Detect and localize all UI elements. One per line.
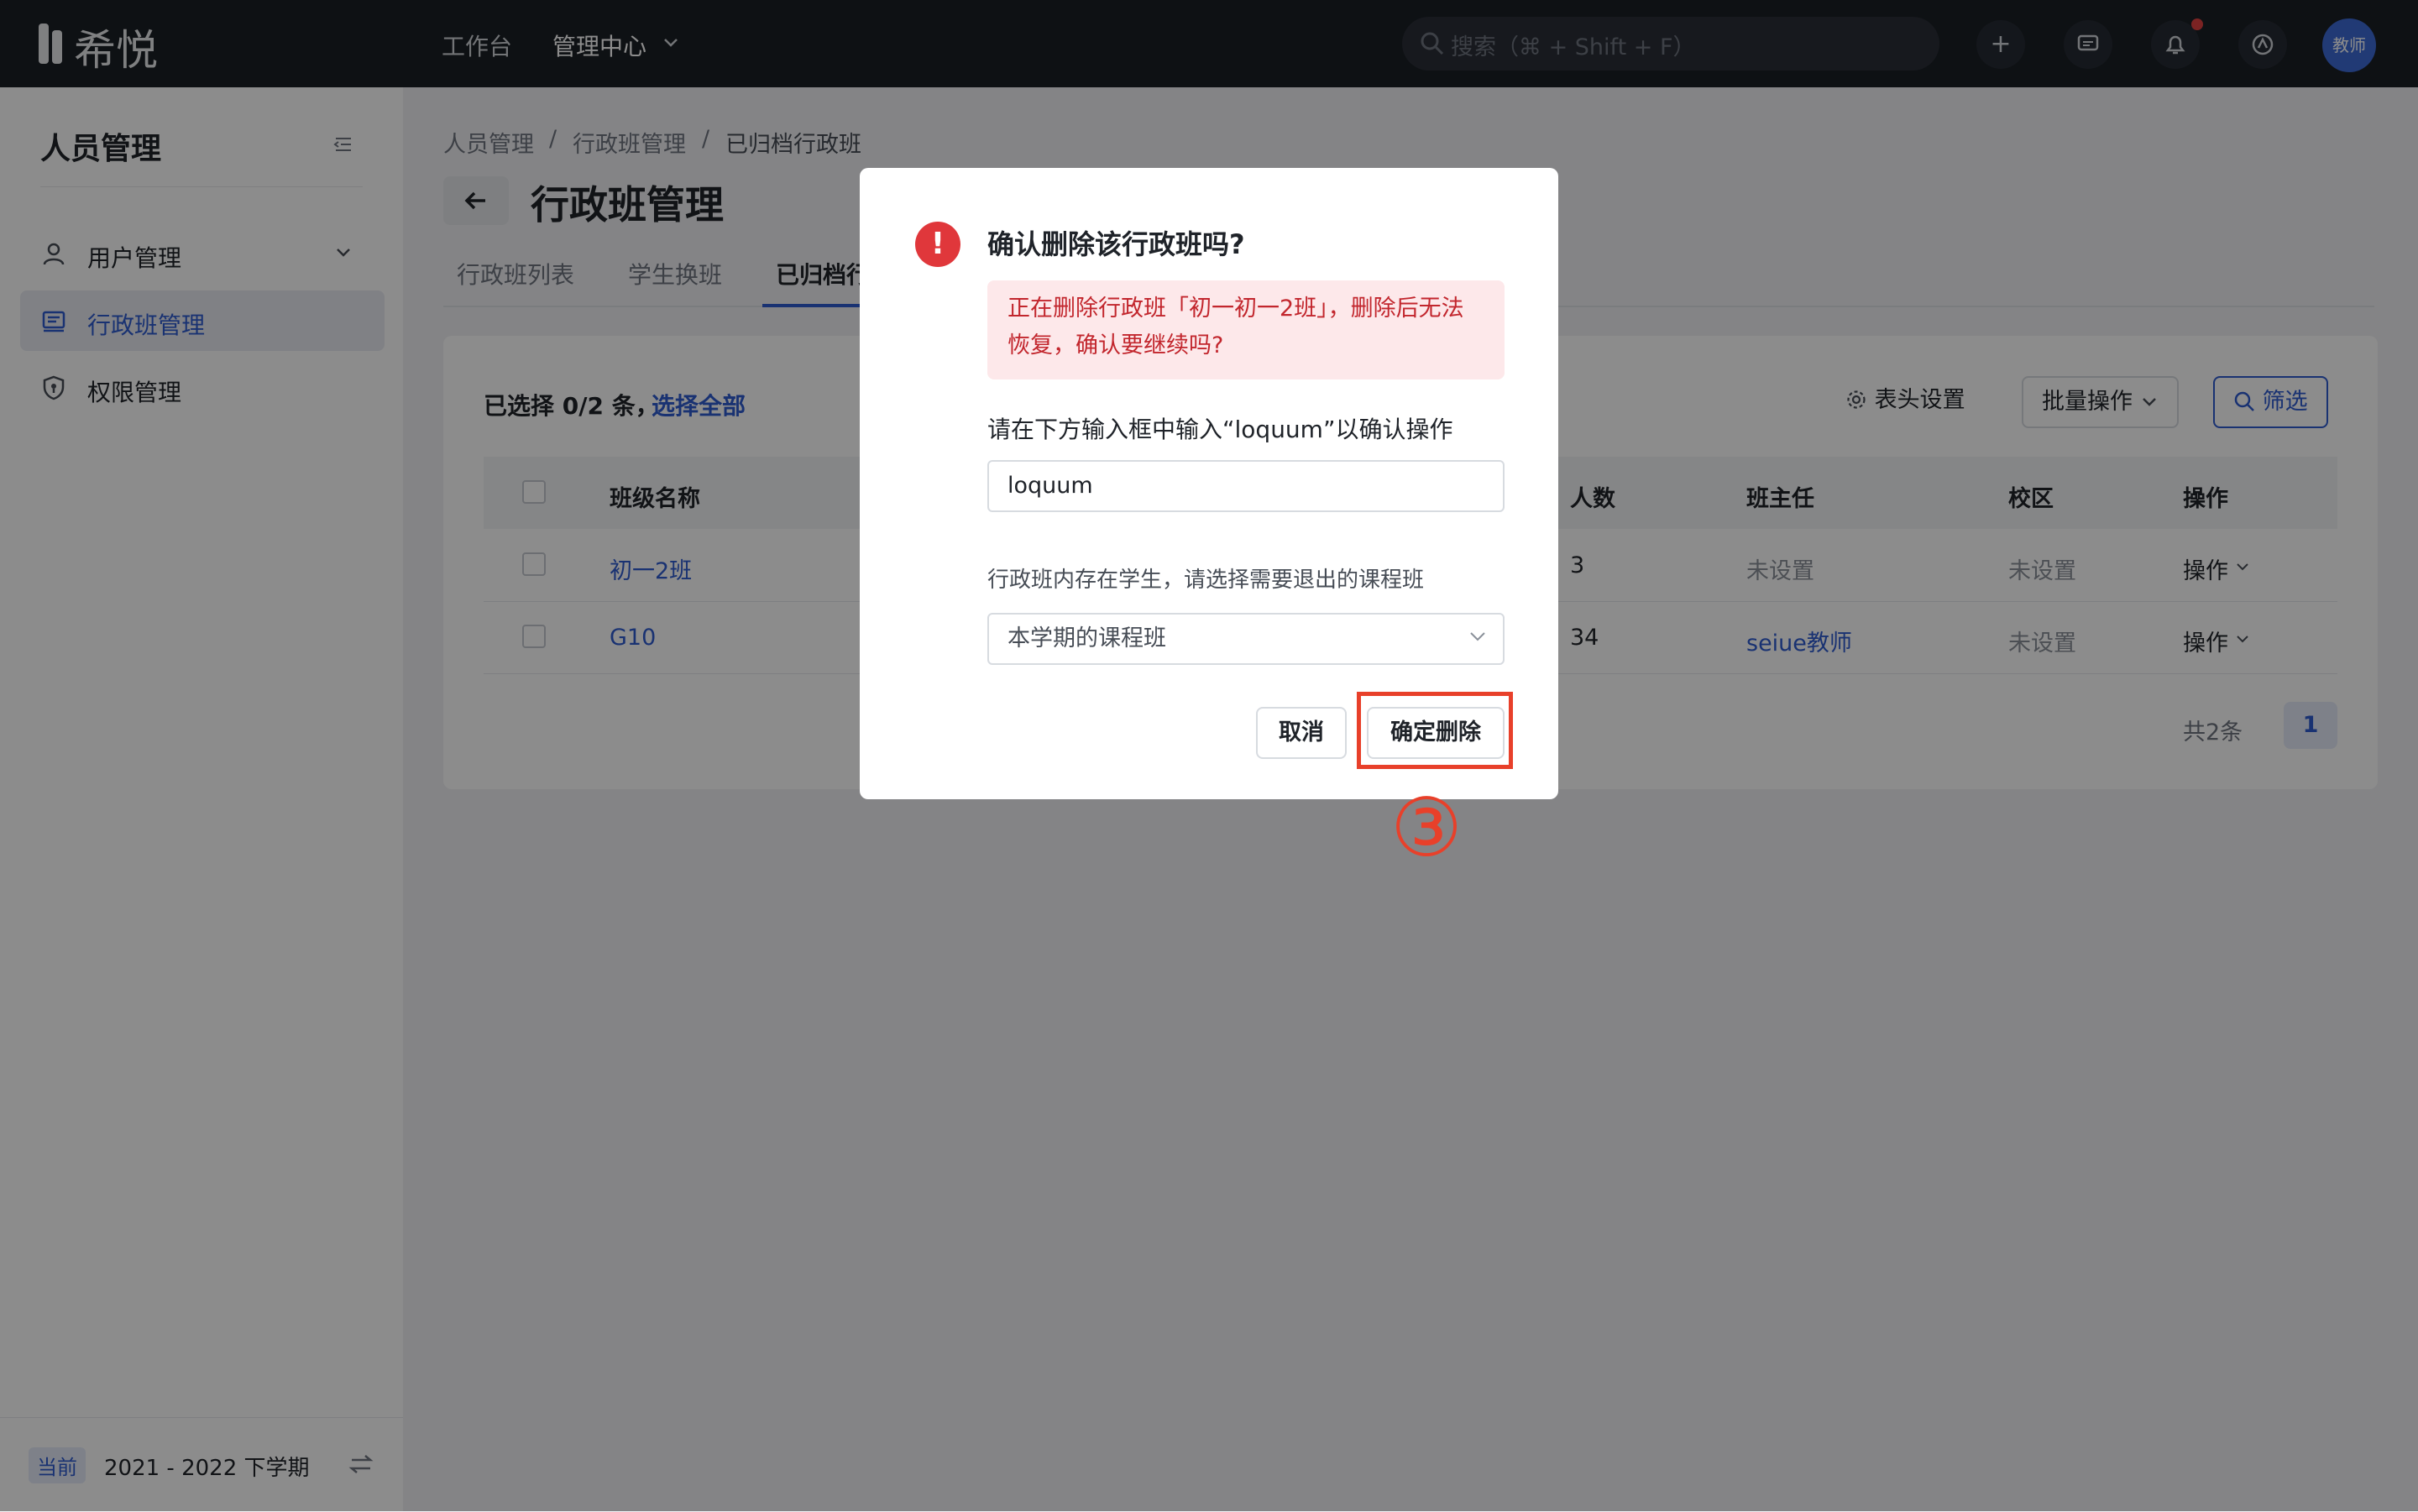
warning-icon: ! [915, 222, 960, 267]
confirm-input-label: 请在下方输入框中输入“loquum”以确认操作 [987, 416, 1453, 443]
dialog-title: 确认删除该行政班吗? [987, 228, 1245, 260]
delete-warning-alert: 正在删除行政班「初一初一2班」，删除后无法恢复，确认要继续吗? [987, 280, 1505, 379]
cancel-button[interactable]: 取消 [1256, 707, 1347, 759]
step-number: ③ [1390, 781, 1463, 875]
course-select-label: 行政班内存在学生，请选择需要退出的课程班 [987, 568, 1425, 593]
highlight-box [1357, 692, 1513, 769]
confirm-text-input[interactable]: loquum [987, 460, 1505, 512]
chevron-down-icon [1470, 632, 1485, 641]
course-class-select[interactable]: 本学期的课程班 [987, 613, 1505, 665]
